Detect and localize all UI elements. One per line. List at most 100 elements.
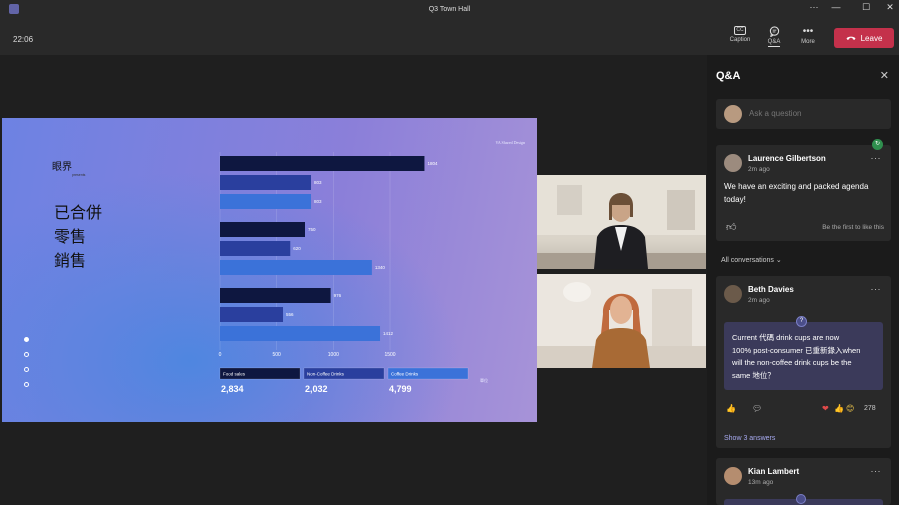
chart-unit-label: 單位: [480, 377, 488, 383]
show-answers-link[interactable]: Show 3 answers: [724, 435, 775, 442]
chart-tick-label: 1000: [328, 352, 339, 358]
qa-panel: Q&A ✕ Laurence Gilbertson 2m ago ··· ↻ W…: [707, 55, 899, 505]
heart-reaction-icon[interactable]: ❤: [822, 404, 829, 413]
avatar: [724, 105, 742, 123]
question-line: same 地位？: [732, 370, 775, 380]
window-title: Q3 Town Hall: [428, 5, 471, 13]
avatar: [724, 154, 742, 172]
chart-data-label: 803: [314, 180, 322, 185]
qa-button[interactable]: Q&A: [758, 26, 790, 47]
post-text-line: today!: [724, 194, 746, 204]
pinned-badge-icon: ↻: [872, 139, 883, 150]
teams-app-icon: [9, 4, 19, 14]
phone-hangup-icon: [846, 36, 856, 40]
more-options-icon[interactable]: ···: [871, 153, 882, 163]
more-button[interactable]: ••• More: [792, 26, 824, 45]
shared-slide: VA Shared Design 眼界 presents 已合併 零售 銷售 0…: [2, 118, 537, 422]
chart-bar: [220, 241, 291, 256]
chart-bar: [220, 288, 331, 303]
thumbs-up-reaction-icon[interactable]: 👍: [726, 404, 736, 413]
chart-bar: [220, 326, 381, 341]
chart-data-label: 1340: [375, 265, 386, 270]
question-line: 100% post-consumer 已重新錄入when: [732, 345, 861, 355]
maximize-icon[interactable]: ☐: [856, 2, 876, 13]
caption-button[interactable]: CC Caption: [724, 26, 756, 43]
chart-data-label: 1804: [427, 161, 438, 166]
thumbs-reaction-icon[interactable]: 👍: [834, 404, 844, 413]
closed-caption-icon: CC: [734, 26, 746, 35]
post-body: We have an exciting and packed agenda to…: [724, 181, 868, 206]
leave-button[interactable]: Leave: [834, 28, 894, 48]
chart-bar: [220, 175, 312, 190]
teams-meeting-window: Q3 Town Hall ··· — ☐ ✕ 22:06 CC Caption …: [0, 0, 899, 505]
participant-video-2: [537, 274, 706, 368]
chart-tick-label: 0: [219, 352, 222, 358]
post-author: Beth Davies: [748, 285, 794, 294]
meeting-timer: 22:06: [13, 35, 34, 44]
reaction-count: 278: [864, 405, 876, 412]
more-options-icon[interactable]: ···: [871, 466, 882, 476]
chat-bubble-icon: [769, 26, 779, 37]
chart-data-label: 1412: [383, 331, 394, 336]
more-options-icon[interactable]: ···: [871, 284, 882, 294]
all-conversations-label: All conversations: [721, 257, 774, 264]
chart-data-label: 556: [286, 312, 294, 317]
chart-data-label: 620: [293, 246, 301, 251]
chart-bar: [220, 307, 284, 322]
qa-label: Q&A: [767, 39, 781, 47]
qa-post-kian: Kian Lambert 13m ago ···: [716, 458, 891, 505]
post-time: 13m ago: [748, 479, 774, 486]
person-silhouette-2: [537, 274, 706, 368]
title-bar: Q3 Town Hall ··· — ☐ ✕: [0, 0, 899, 18]
question-line: Current 代碼 drink cups are now: [732, 333, 840, 342]
close-window-icon[interactable]: ✕: [880, 2, 899, 13]
all-conversations-dropdown[interactable]: All conversations ⌄: [721, 256, 782, 264]
post-time: 2m ago: [748, 297, 770, 304]
chart-total-value: 2,834: [221, 384, 244, 394]
chart-legend-label: Non-Coffee Drinks: [307, 372, 345, 377]
ask-question-box[interactable]: [716, 99, 891, 129]
first-like-text: Be the first to like this: [822, 224, 884, 231]
chart-tick-label: 500: [272, 352, 281, 358]
bar-chart: 0 500 1000 1500 1804 803 803 750 620 1340 976 556 14…: [219, 152, 488, 394]
meeting-stage: VA Shared Design 眼界 presents 已合併 零售 銷售 0…: [0, 55, 707, 505]
more-dots-icon: •••: [802, 26, 814, 37]
leave-label: Leave: [860, 33, 883, 43]
minimize-icon[interactable]: —: [826, 2, 846, 12]
ask-question-input[interactable]: [749, 109, 879, 118]
qa-post-laurence: Laurence Gilbertson 2m ago ··· ↻ We have…: [716, 139, 891, 241]
question-icon: [796, 494, 806, 504]
chart-legend-label: Food sales: [223, 372, 246, 377]
chart-bar: [220, 222, 305, 237]
question-icon: ?: [796, 316, 807, 327]
chart-legend-label: Coffee Drinks: [391, 372, 419, 377]
avatar: [724, 285, 742, 303]
chart-bar: [220, 260, 372, 275]
more-label: More: [801, 39, 815, 45]
close-icon[interactable]: ✕: [880, 69, 889, 82]
thumbs-up-icon[interactable]: 👍︎: [726, 221, 736, 233]
person-silhouette-1: [537, 175, 706, 269]
post-text-line: We have an exciting and packed agenda: [724, 182, 869, 191]
window-more-icon[interactable]: ···: [804, 2, 824, 12]
meeting-toolbar: 22:06 CC Caption Q&A ••• More Leave: [0, 18, 899, 55]
chart-total-value: 4,799: [389, 384, 412, 394]
question-bubble: [724, 494, 883, 505]
chart-tick-label: 1500: [384, 352, 395, 358]
qa-panel-title: Q&A: [716, 70, 741, 82]
reply-icon[interactable]: 💬︎: [752, 404, 762, 413]
question-text: Current 代碼 drink cups are now 100% post-…: [732, 332, 878, 382]
smile-reaction-icon[interactable]: 😊: [846, 404, 854, 413]
qa-post-beth: Beth Davies 2m ago ··· ? Current 代碼 drin…: [716, 276, 891, 448]
caption-label: Caption: [729, 37, 751, 43]
post-time: 2m ago: [748, 166, 770, 173]
post-author: Kian Lambert: [748, 467, 800, 476]
chart-data-label: 750: [308, 227, 316, 232]
question-line: will the non-coffee drink cups be the: [732, 358, 852, 367]
chevron-down-icon: ⌄: [775, 257, 782, 264]
chart-total-value: 2,032: [305, 384, 328, 394]
chart-bar: [220, 156, 425, 171]
avatar: [724, 467, 742, 485]
chart-data-label: 803: [314, 199, 322, 204]
participant-video-1: [537, 175, 706, 269]
